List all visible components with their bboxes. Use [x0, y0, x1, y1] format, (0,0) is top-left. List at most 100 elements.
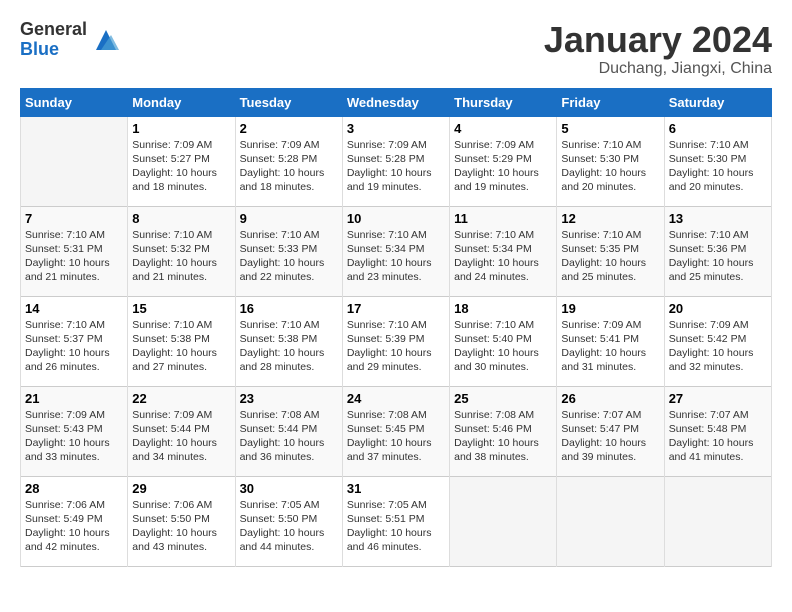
calendar-cell: 3Sunrise: 7:09 AMSunset: 5:28 PMDaylight… — [342, 116, 449, 206]
calendar-cell: 28 Sunrise: 7:06 AMSunset: 5:49 PMDayligh… — [21, 476, 128, 566]
calendar-cell — [21, 116, 128, 206]
calendar-cell: 18Sunrise: 7:10 AMSunset: 5:40 PMDayligh… — [450, 296, 557, 386]
day-number: 10 — [347, 211, 445, 226]
day-info: Sunrise: 7:05 AMSunset: 5:50 PMDaylight:… — [240, 498, 338, 555]
calendar-week-3: 14 Sunrise: 7:10 AMSunset: 5:37 PMDayligh… — [21, 296, 772, 386]
day-number: 26 — [561, 391, 659, 406]
day-number: 19 — [561, 301, 659, 316]
day-number: 7 — [25, 211, 123, 226]
logo-icon — [91, 25, 121, 55]
calendar-cell: 11Sunrise: 7:10 AMSunset: 5:34 PMDayligh… — [450, 206, 557, 296]
title-block: January 2024 Duchang, Jiangxi, China — [544, 20, 772, 78]
calendar-cell — [557, 476, 664, 566]
calendar-cell: 24 Sunrise: 7:08 AMSunset: 5:45 PMDayligh… — [342, 386, 449, 476]
day-info: Sunrise: 7:10 AMSunset: 5:35 PMDaylight:… — [561, 228, 659, 285]
day-info: Sunrise: 7:10 AMSunset: 5:38 PMDaylight:… — [240, 318, 338, 375]
day-number: 24 — [347, 391, 445, 406]
calendar-cell: 17 Sunrise: 7:10 AMSunset: 5:39 PMDayligh… — [342, 296, 449, 386]
day-info: Sunrise: 7:09 AMSunset: 5:27 PMDaylight:… — [132, 138, 230, 195]
calendar-cell: 5Sunrise: 7:10 AMSunset: 5:30 PMDaylight… — [557, 116, 664, 206]
day-number: 9 — [240, 211, 338, 226]
calendar-cell: 7 Sunrise: 7:10 AMSunset: 5:31 PMDaylight… — [21, 206, 128, 296]
day-number: 14 — [25, 301, 123, 316]
day-number: 31 — [347, 481, 445, 496]
calendar-cell — [450, 476, 557, 566]
location-title: Duchang, Jiangxi, China — [544, 60, 772, 78]
logo-blue: Blue — [20, 40, 87, 60]
day-info: Sunrise: 7:10 AMSunset: 5:37 PMDaylight:… — [25, 318, 123, 375]
calendar-cell: 12 Sunrise: 7:10 AMSunset: 5:35 PMDayligh… — [557, 206, 664, 296]
day-info: Sunrise: 7:10 AMSunset: 5:34 PMDaylight:… — [347, 228, 445, 285]
day-info: Sunrise: 7:05 AMSunset: 5:51 PMDaylight:… — [347, 498, 445, 555]
header-friday: Friday — [557, 88, 664, 116]
calendar-cell: 19 Sunrise: 7:09 AMSunset: 5:41 PMDayligh… — [557, 296, 664, 386]
day-info: Sunrise: 7:06 AMSunset: 5:50 PMDaylight:… — [132, 498, 230, 555]
day-info: Sunrise: 7:10 AMSunset: 5:38 PMDaylight:… — [132, 318, 230, 375]
header-monday: Monday — [128, 88, 235, 116]
calendar-cell: 9Sunrise: 7:10 AMSunset: 5:33 PMDaylight… — [235, 206, 342, 296]
calendar-cell: 8 Sunrise: 7:10 AMSunset: 5:32 PMDaylight… — [128, 206, 235, 296]
header-wednesday: Wednesday — [342, 88, 449, 116]
day-number: 8 — [132, 211, 230, 226]
calendar-cell: 2 Sunrise: 7:09 AMSunset: 5:28 PMDaylight… — [235, 116, 342, 206]
page-header: General Blue January 2024 Duchang, Jiang… — [20, 20, 772, 78]
day-number: 16 — [240, 301, 338, 316]
day-info: Sunrise: 7:08 AMSunset: 5:46 PMDaylight:… — [454, 408, 552, 465]
calendar-cell: 1 Sunrise: 7:09 AMSunset: 5:27 PMDaylight… — [128, 116, 235, 206]
calendar-cell: 4 Sunrise: 7:09 AMSunset: 5:29 PMDaylight… — [450, 116, 557, 206]
day-number: 25 — [454, 391, 552, 406]
day-number: 3 — [347, 121, 445, 136]
day-number: 20 — [669, 301, 767, 316]
header-thursday: Thursday — [450, 88, 557, 116]
calendar-cell — [664, 476, 771, 566]
day-number: 4 — [454, 121, 552, 136]
calendar-cell: 22Sunrise: 7:09 AMSunset: 5:44 PMDayligh… — [128, 386, 235, 476]
day-info: Sunrise: 7:10 AMSunset: 5:40 PMDaylight:… — [454, 318, 552, 375]
day-info: Sunrise: 7:06 AMSunset: 5:49 PMDaylight:… — [25, 498, 123, 555]
header-saturday: Saturday — [664, 88, 771, 116]
day-number: 17 — [347, 301, 445, 316]
day-number: 15 — [132, 301, 230, 316]
calendar-table: SundayMondayTuesdayWednesdayThursdayFrid… — [20, 88, 772, 567]
day-number: 30 — [240, 481, 338, 496]
calendar-cell: 13 Sunrise: 7:10 AMSunset: 5:36 PMDayligh… — [664, 206, 771, 296]
day-number: 22 — [132, 391, 230, 406]
day-info: Sunrise: 7:10 AMSunset: 5:39 PMDaylight:… — [347, 318, 445, 375]
day-number: 23 — [240, 391, 338, 406]
day-info: Sunrise: 7:10 AMSunset: 5:31 PMDaylight:… — [25, 228, 123, 285]
calendar-header-row: SundayMondayTuesdayWednesdayThursdayFrid… — [21, 88, 772, 116]
calendar-week-4: 21Sunrise: 7:09 AMSunset: 5:43 PMDayligh… — [21, 386, 772, 476]
day-number: 11 — [454, 211, 552, 226]
day-info: Sunrise: 7:08 AMSunset: 5:45 PMDaylight:… — [347, 408, 445, 465]
day-info: Sunrise: 7:07 AMSunset: 5:48 PMDaylight:… — [669, 408, 767, 465]
calendar-cell: 26Sunrise: 7:07 AMSunset: 5:47 PMDayligh… — [557, 386, 664, 476]
calendar-week-2: 7 Sunrise: 7:10 AMSunset: 5:31 PMDaylight… — [21, 206, 772, 296]
calendar-cell: 20Sunrise: 7:09 AMSunset: 5:42 PMDayligh… — [664, 296, 771, 386]
day-info: Sunrise: 7:09 AMSunset: 5:41 PMDaylight:… — [561, 318, 659, 375]
calendar-cell: 6 Sunrise: 7:10 AMSunset: 5:30 PMDaylight… — [664, 116, 771, 206]
calendar-week-5: 28 Sunrise: 7:06 AMSunset: 5:49 PMDayligh… — [21, 476, 772, 566]
day-info: Sunrise: 7:09 AMSunset: 5:28 PMDaylight:… — [240, 138, 338, 195]
day-number: 1 — [132, 121, 230, 136]
day-number: 2 — [240, 121, 338, 136]
day-info: Sunrise: 7:10 AMSunset: 5:32 PMDaylight:… — [132, 228, 230, 285]
day-info: Sunrise: 7:10 AMSunset: 5:36 PMDaylight:… — [669, 228, 767, 285]
day-number: 28 — [25, 481, 123, 496]
calendar-cell: 31 Sunrise: 7:05 AMSunset: 5:51 PMDayligh… — [342, 476, 449, 566]
header-sunday: Sunday — [21, 88, 128, 116]
day-info: Sunrise: 7:10 AMSunset: 5:30 PMDaylight:… — [669, 138, 767, 195]
day-number: 21 — [25, 391, 123, 406]
day-number: 12 — [561, 211, 659, 226]
calendar-cell: 14 Sunrise: 7:10 AMSunset: 5:37 PMDayligh… — [21, 296, 128, 386]
day-info: Sunrise: 7:08 AMSunset: 5:44 PMDaylight:… — [240, 408, 338, 465]
day-info: Sunrise: 7:09 AMSunset: 5:29 PMDaylight:… — [454, 138, 552, 195]
logo-general: General — [20, 20, 87, 40]
logo: General Blue — [20, 20, 121, 60]
day-number: 13 — [669, 211, 767, 226]
month-title: January 2024 — [544, 20, 772, 60]
day-number: 6 — [669, 121, 767, 136]
day-number: 27 — [669, 391, 767, 406]
calendar-cell: 15 Sunrise: 7:10 AMSunset: 5:38 PMDayligh… — [128, 296, 235, 386]
calendar-cell: 25 Sunrise: 7:08 AMSunset: 5:46 PMDayligh… — [450, 386, 557, 476]
calendar-cell: 21Sunrise: 7:09 AMSunset: 5:43 PMDayligh… — [21, 386, 128, 476]
